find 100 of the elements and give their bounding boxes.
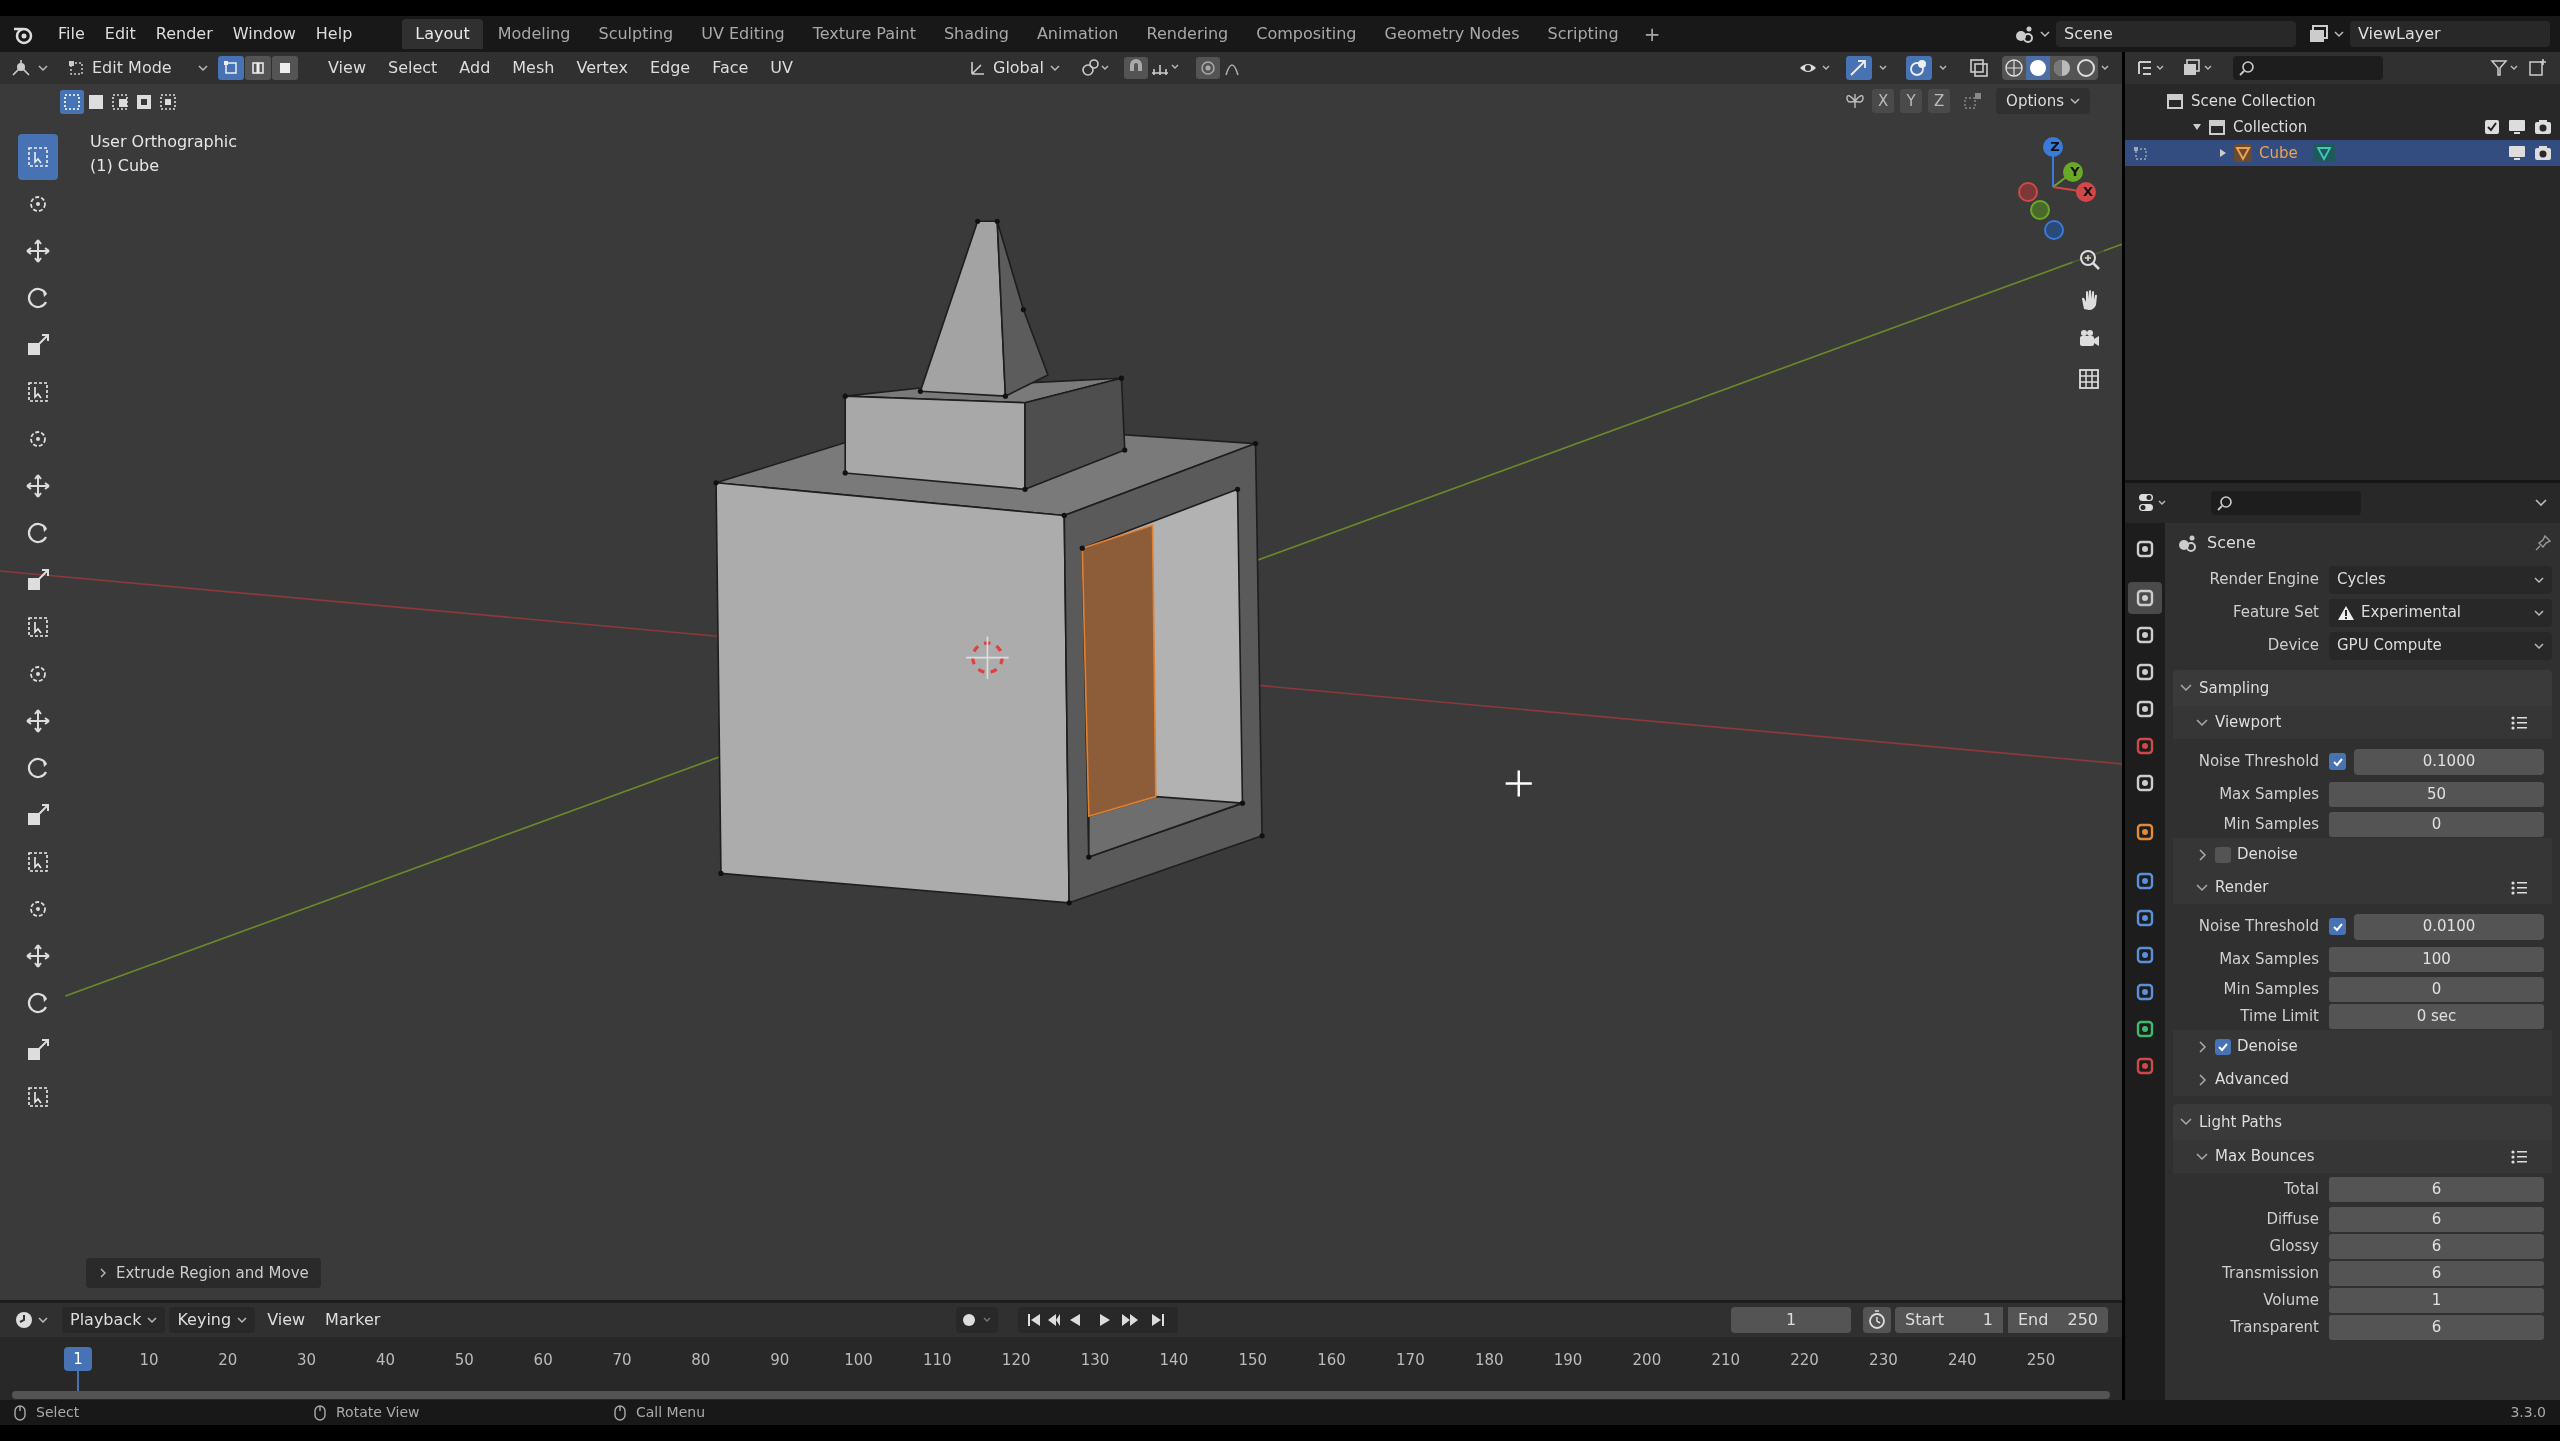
menu-dropdown[interactable]: Keying [169,1307,256,1333]
monitor-icon[interactable] [2508,145,2526,161]
scene-icon[interactable] [2014,24,2036,44]
workspace-tab[interactable]: Modeling [484,19,584,49]
monitor-icon[interactable] [2508,119,2526,135]
menu-item[interactable]: Edge [641,55,699,81]
workspace-tab[interactable]: Geometry Nodes [1371,19,1533,49]
workspace-tab[interactable]: Sculpting [585,19,687,49]
menu-item[interactable]: View [259,1307,314,1333]
number-field[interactable]: 0 [2329,977,2544,1002]
subpanel-header[interactable]: Denoise [2173,838,2552,871]
current-frame-marker[interactable]: 1 [64,1347,92,1371]
subpanel-header[interactable]: Max Bounces [2173,1140,2552,1173]
mesh-drawing[interactable] [713,218,1265,906]
search-field[interactable] [2211,491,2361,515]
number-field[interactable]: 6 [2329,1315,2544,1340]
orientation-dropdown[interactable]: Global [963,55,1067,81]
axis-toggle[interactable]: Y [1900,89,1923,113]
number-field[interactable]: 0 [2329,812,2544,837]
workspace-tab[interactable]: Rendering [1133,19,1242,49]
pivot-icon[interactable] [1080,58,1111,78]
view-layer-field[interactable]: ViewLayer [2350,21,2550,47]
number-field[interactable]: 6 [2329,1234,2544,1259]
workspace-tab[interactable]: Scripting [1534,19,1632,49]
menu-item[interactable]: Select [379,55,446,81]
subpanel-header[interactable]: Denoise [2173,1030,2552,1063]
object-origin-icon[interactable] [10,58,32,78]
outliner-row[interactable]: Collection [2125,114,2560,140]
menu-item[interactable]: Marker [317,1307,389,1333]
search-field[interactable] [2233,56,2383,80]
number-field[interactable]: 0 sec [2329,1004,2544,1029]
menu-item[interactable]: Help [305,19,363,49]
current-frame-field[interactable]: 1 [1731,1307,1851,1333]
scene-field[interactable]: Scene [2056,21,2296,47]
panel-header[interactable]: Light Paths [2173,1104,2552,1140]
caret-icon[interactable] [2534,498,2548,508]
number-field[interactable]: 6 [2329,1207,2544,1232]
select-mode-button[interactable] [245,56,271,80]
subpanel-header[interactable]: Viewport [2173,706,2552,739]
menu-item[interactable]: View [320,55,374,81]
panel-header[interactable]: Sampling [2173,670,2552,706]
workspace-tab[interactable]: Shading [930,19,1022,49]
list-menu-icon[interactable] [2510,1148,2528,1165]
dropdown[interactable]: GPU Compute [2329,631,2552,660]
menu-item[interactable]: File [48,19,95,49]
clock-icon[interactable] [14,1310,34,1330]
workspace-tab[interactable]: Texture Paint [799,19,929,49]
number-field[interactable]: 100 [2329,947,2544,972]
subpanel-header[interactable]: Render [2173,871,2552,904]
start-frame-field[interactable]: Start 1 [1895,1307,2003,1333]
axis-toggle[interactable]: X [1872,89,1895,113]
checkbox[interactable] [2215,846,2231,863]
camera-icon[interactable] [2534,145,2552,161]
number-field[interactable]: 50 [2329,782,2544,807]
list-menu-icon[interactable] [2510,879,2528,896]
camera-icon[interactable] [2534,119,2552,135]
number-field[interactable]: 0.0100 [2354,913,2544,940]
options-dropdown[interactable]: Options [1996,88,2090,114]
record-keyframe-icon[interactable] [956,1307,999,1333]
menu-item[interactable]: Face [704,55,757,81]
playback-controls-icon[interactable] [1018,1307,1179,1333]
timeline-scrollbar[interactable] [12,1391,2110,1399]
select-mode-button[interactable] [272,56,298,80]
end-frame-field[interactable]: End 250 [2008,1307,2108,1333]
stopwatch-icon[interactable] [1863,1307,1891,1333]
checkbox[interactable] [2215,1038,2231,1055]
checkbox[interactable] [2329,918,2346,935]
number-field[interactable]: 6 [2329,1177,2544,1202]
menu-item[interactable]: Vertex [568,55,636,81]
checkbox[interactable] [2329,753,2346,770]
xray-toggle-icon[interactable] [1968,57,1990,79]
pin-icon[interactable] [2534,534,2552,552]
menu-dropdown[interactable]: Playback [62,1307,166,1333]
select-mode-button[interactable] [218,56,244,80]
number-field[interactable]: 1 [2329,1288,2544,1313]
last-operator-panel[interactable]: Extrude Region and Move [86,1258,321,1288]
add-workspace-button[interactable]: + [1633,19,1671,49]
number-field[interactable]: 0.1000 [2354,748,2544,775]
outliner-row[interactable]: Cube [2125,140,2560,166]
workspace-tab[interactable]: Compositing [1243,19,1370,49]
menu-item[interactable]: Render [145,19,223,49]
dropdown[interactable]: Experimental [2329,598,2552,627]
workspace-tab[interactable]: Animation [1023,19,1132,49]
dropdown[interactable]: Cycles [2329,565,2552,594]
3d-viewport[interactable]: User Orthographic (1) Cube X Y Z Options Z Y X Extrude Region and Move [0,84,2122,1300]
properties-tab[interactable] [2128,582,2162,614]
workspace-tab[interactable]: UV Editing [688,19,798,49]
checkbox-icon[interactable] [2484,119,2500,135]
new-collection-icon[interactable] [2528,58,2548,78]
mode-dropdown[interactable]: Edit Mode [64,55,212,81]
menu-item[interactable]: Window [222,19,306,49]
subpanel-header[interactable]: Advanced [2173,1063,2552,1096]
axis-toggle[interactable]: Z [1928,89,1951,113]
list-menu-icon[interactable] [2510,714,2528,731]
menu-item[interactable]: UV [762,55,801,81]
menu-item[interactable]: Mesh [504,55,563,81]
workspace-tab[interactable]: Layout [402,19,483,49]
outliner-row[interactable]: Scene Collection [2125,88,2560,114]
menu-item[interactable]: Edit [94,19,146,49]
number-field[interactable]: 6 [2329,1261,2544,1286]
